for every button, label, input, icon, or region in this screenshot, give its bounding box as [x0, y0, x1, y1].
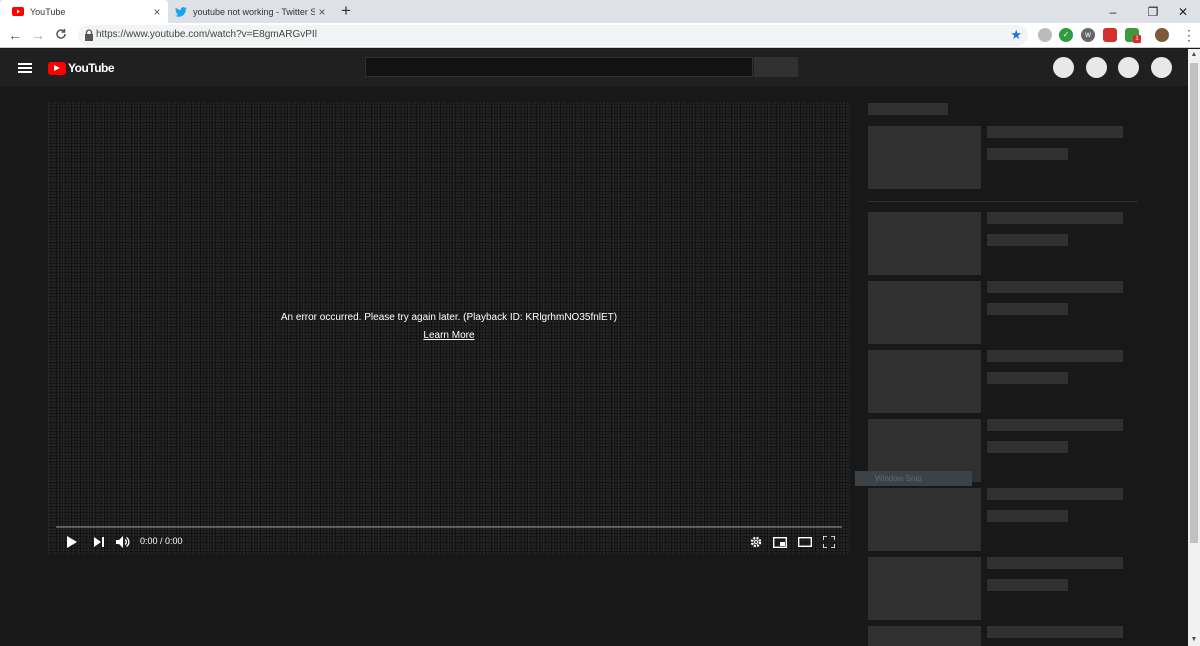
header-placeholder-icon[interactable] — [1053, 57, 1074, 78]
header-placeholder-icon[interactable] — [1151, 57, 1172, 78]
video-thumbnail-placeholder[interactable] — [868, 557, 981, 620]
tab-youtube[interactable]: YouTube × — [0, 0, 168, 23]
next-icon — [94, 537, 104, 547]
video-thumbnail-placeholder[interactable] — [868, 350, 981, 413]
volume-icon — [116, 536, 130, 548]
volume-button[interactable] — [115, 534, 131, 550]
next-button[interactable] — [92, 534, 106, 550]
close-window-button[interactable]: ✕ — [1166, 0, 1200, 23]
youtube-favicon-icon — [12, 6, 24, 18]
address-bar[interactable]: https://www.youtube.com/watch?v=E8gmARGv… — [78, 25, 1028, 46]
back-button[interactable]: ← — [6, 26, 24, 44]
video-title-placeholder — [987, 281, 1123, 293]
hamburger-menu-icon[interactable] — [18, 63, 32, 73]
reload-button[interactable] — [52, 26, 70, 44]
youtube-play-logo-icon — [48, 61, 66, 75]
sidebar-title-placeholder — [868, 103, 948, 115]
new-tab-button[interactable]: + — [336, 1, 356, 21]
restore-button[interactable]: ❐ — [1136, 0, 1170, 23]
reload-icon — [56, 29, 66, 39]
theater-mode-button[interactable] — [797, 534, 813, 550]
tab-close-icon[interactable]: × — [150, 5, 164, 19]
video-meta-placeholder — [987, 579, 1068, 591]
scroll-thumb[interactable] — [1190, 63, 1198, 543]
minimize-button[interactable]: – — [1096, 0, 1130, 23]
youtube-logo[interactable]: YouTube — [48, 61, 115, 75]
extension-check-icon[interactable]: ✓ — [1059, 28, 1073, 42]
lock-icon — [85, 29, 93, 41]
video-meta-placeholder — [987, 441, 1068, 453]
video-meta-placeholder — [987, 510, 1068, 522]
youtube-header: YouTube — [0, 49, 1200, 86]
page-scrollbar[interactable]: ▲ ▼ — [1188, 49, 1200, 646]
search-button[interactable] — [754, 57, 798, 77]
video-thumbnail-placeholder[interactable] — [868, 626, 981, 646]
video-player[interactable]: An error occurred. Please try again late… — [48, 102, 850, 554]
video-title-placeholder — [987, 557, 1123, 569]
bookmark-star-icon[interactable]: ★ — [1010, 27, 1022, 43]
theater-icon — [798, 537, 812, 547]
extension-shield-icon[interactable] — [1103, 28, 1117, 42]
video-thumbnail-placeholder[interactable] — [868, 281, 981, 344]
tab-title: YouTube — [30, 6, 66, 17]
forward-button[interactable]: → — [29, 26, 47, 44]
scroll-down-icon[interactable]: ▼ — [1188, 634, 1200, 646]
profile-avatar[interactable] — [1155, 28, 1169, 42]
video-meta-placeholder — [987, 303, 1068, 315]
fullscreen-button[interactable] — [822, 534, 836, 550]
video-title-placeholder — [987, 626, 1123, 638]
learn-more-link[interactable]: Learn More — [48, 330, 850, 341]
settings-button[interactable] — [749, 534, 763, 550]
video-title-placeholder — [987, 350, 1123, 362]
video-title-placeholder — [987, 212, 1123, 224]
url-text: https://www.youtube.com/watch?v=E8gmARGv… — [96, 29, 317, 40]
tab-close-icon[interactable]: × — [315, 5, 329, 19]
fullscreen-icon — [823, 536, 835, 548]
tab-strip: YouTube × youtube not working - Twitter … — [0, 0, 1200, 23]
play-icon — [66, 536, 77, 548]
extension-w-icon[interactable]: w — [1081, 28, 1095, 42]
video-meta-placeholder — [987, 148, 1068, 160]
video-title-placeholder — [987, 488, 1123, 500]
extension-badge: 1 — [1133, 35, 1141, 43]
video-thumbnail-placeholder[interactable] — [868, 126, 981, 189]
extension-puzzle-icon[interactable]: 1 — [1125, 28, 1141, 43]
header-placeholder-icon[interactable] — [1086, 57, 1107, 78]
error-message: An error occurred. Please try again late… — [280, 312, 618, 323]
play-button[interactable] — [64, 534, 78, 550]
logo-text: YouTube — [68, 61, 115, 75]
miniplayer-button[interactable] — [772, 534, 788, 550]
extension-gray-icon[interactable] — [1038, 28, 1052, 42]
browser-toolbar: ← → https://www.youtube.com/watch?v=E8gm… — [0, 23, 1200, 48]
video-thumbnail-placeholder[interactable] — [868, 488, 981, 551]
window-snip-label: Window Snip — [855, 471, 972, 486]
sidebar-divider — [868, 201, 1138, 202]
video-thumbnail-placeholder[interactable] — [868, 212, 981, 275]
scroll-up-icon[interactable]: ▲ — [1188, 49, 1200, 61]
tab-twitter[interactable]: youtube not working - Twitter Se × — [163, 0, 333, 23]
video-title-placeholder — [987, 126, 1123, 138]
menu-dots-icon[interactable]: ⋮ — [1180, 26, 1198, 44]
video-title-placeholder — [987, 419, 1123, 431]
search-input[interactable] — [365, 57, 753, 77]
tab-title: youtube not working - Twitter Se — [193, 6, 315, 17]
video-meta-placeholder — [987, 234, 1068, 246]
time-display: 0:00 / 0:00 — [140, 536, 183, 546]
progress-bar[interactable] — [56, 526, 842, 528]
header-placeholder-icon[interactable] — [1118, 57, 1139, 78]
miniplayer-icon — [773, 536, 787, 548]
gear-icon — [750, 536, 762, 548]
twitter-favicon-icon — [175, 6, 187, 18]
video-meta-placeholder — [987, 372, 1068, 384]
